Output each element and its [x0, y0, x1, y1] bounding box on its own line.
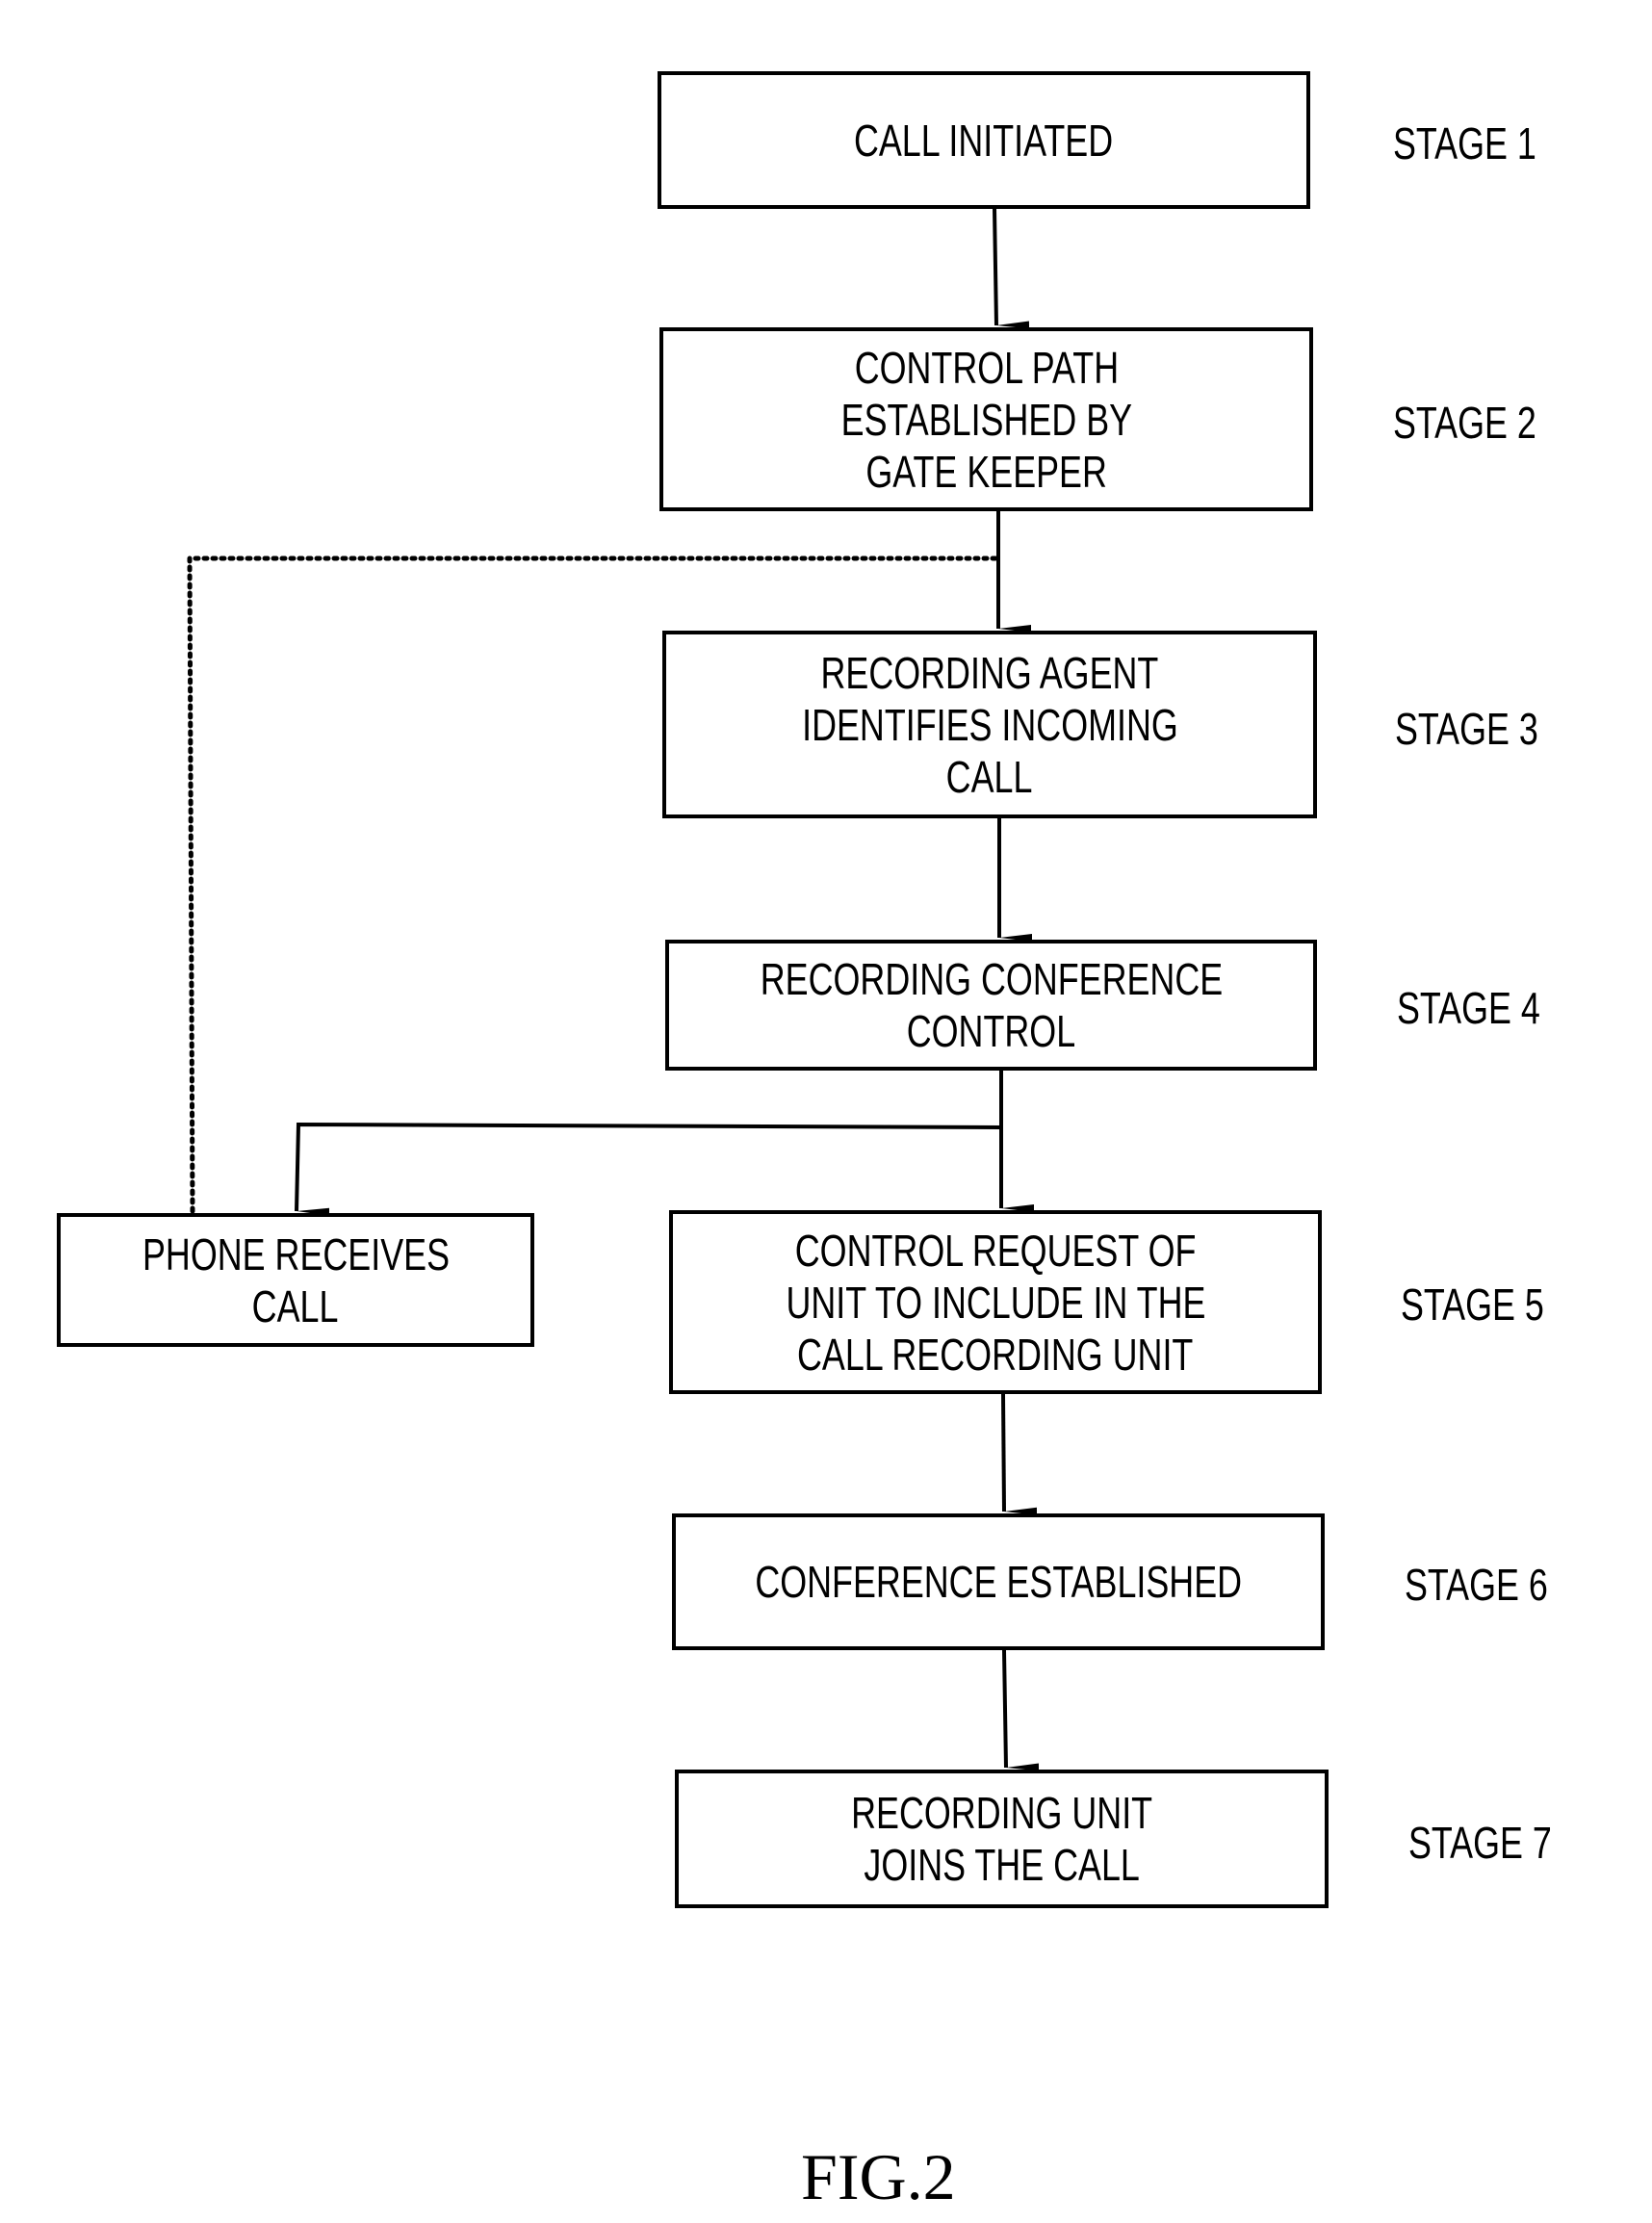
box-text: ESTABLISHED BY — [840, 394, 1132, 445]
box-conference-established: CONFERENCE ESTABLISHED — [672, 1513, 1325, 1650]
figure-label: FIG.2 — [801, 2140, 956, 2213]
arrow-stage4-to-phone — [295, 1122, 1002, 1216]
box-text: GATE KEEPER — [865, 446, 1107, 497]
stage-label-6: STAGE 6 — [1405, 1560, 1548, 1610]
arrow-stage6-to-stage7 — [1002, 1649, 1040, 1771]
box-conference-control: RECORDING CONFERENCE CONTROL — [665, 940, 1317, 1071]
box-text: CONFERENCE ESTABLISHED — [755, 1557, 1242, 1607]
box-call-initiated: CALL INITIATED — [658, 71, 1310, 209]
stage-label-1: STAGE 1 — [1393, 118, 1536, 168]
box-recording-unit-joins: RECORDING UNIT JOINS THE CALL — [675, 1770, 1329, 1908]
box-text: RECORDING AGENT — [820, 647, 1159, 698]
box-recording-agent: RECORDING AGENT IDENTIFIES INCOMING CALL — [662, 631, 1317, 818]
box-text: RECORDING UNIT — [851, 1788, 1152, 1838]
box-text: CALL — [252, 1280, 339, 1331]
box-text: CONTROL REQUEST OF — [794, 1225, 1197, 1276]
stage-label-5: STAGE 5 — [1401, 1280, 1544, 1330]
box-text: UNIT TO INCLUDE IN THE — [786, 1277, 1205, 1328]
box-control-path: CONTROL PATH ESTABLISHED BY GATE KEEPER — [659, 327, 1313, 511]
box-text: CALL RECORDING UNIT — [797, 1329, 1194, 1380]
box-phone-receives: PHONE RECEIVES CALL — [57, 1213, 534, 1347]
box-text: CONTROL PATH — [854, 342, 1119, 393]
box-text: IDENTIFIES INCOMING — [801, 699, 1178, 750]
box-control-request: CONTROL REQUEST OF UNIT TO INCLUDE IN TH… — [669, 1210, 1322, 1394]
box-text: CALL INITIATED — [854, 115, 1114, 166]
box-text: CONTROL — [906, 1006, 1076, 1056]
box-text: PHONE RECEIVES — [142, 1228, 450, 1280]
arrow-stage5-to-stage6 — [1001, 1393, 1038, 1515]
stage-label-3: STAGE 3 — [1395, 704, 1538, 754]
arrow-stage1-to-stage2 — [993, 208, 1030, 329]
stage-label-7: STAGE 7 — [1408, 1818, 1552, 1868]
stage-label-2: STAGE 2 — [1393, 398, 1536, 448]
box-text: JOINS THE CALL — [864, 1840, 1140, 1890]
box-text: CALL — [946, 751, 1033, 802]
box-text: RECORDING CONFERENCE — [760, 954, 1223, 1004]
stage-label-4: STAGE 4 — [1397, 983, 1540, 1033]
